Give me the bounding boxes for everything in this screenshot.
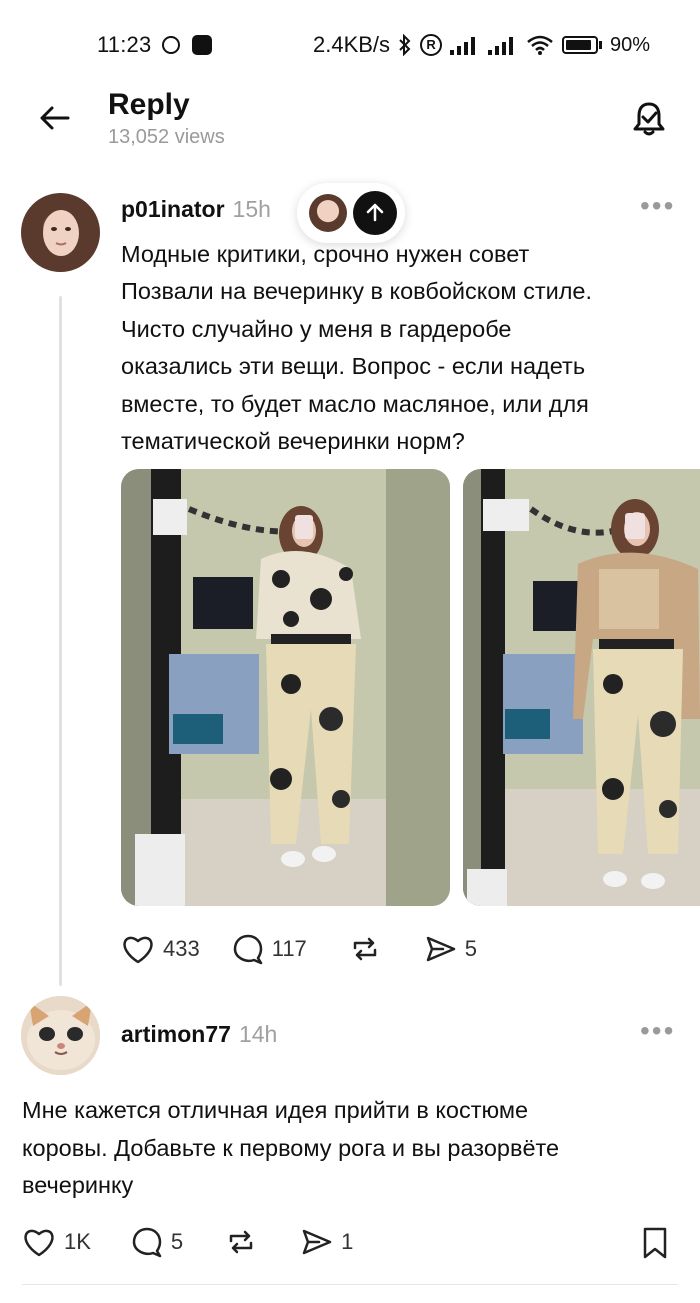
share-button[interactable]: 5 bbox=[425, 933, 477, 965]
post-photo-1[interactable] bbox=[121, 469, 450, 906]
post-line: тематической вечеринки норм? bbox=[121, 428, 465, 455]
comment-count: 117 bbox=[271, 936, 307, 961]
status-time: 11:23 bbox=[97, 32, 213, 58]
view-count: 13,052 views bbox=[108, 126, 225, 148]
post-line: Чисто случайно у меня в гардеробе bbox=[121, 315, 512, 342]
cat-avatar-icon bbox=[21, 996, 100, 1075]
reply-like-count: 1K bbox=[64, 1229, 91, 1254]
like-button[interactable]: 433 bbox=[121, 933, 200, 965]
heart-icon bbox=[24, 1229, 54, 1257]
wifi-icon bbox=[527, 35, 553, 55]
battery-level: 90% bbox=[610, 33, 651, 56]
post-photo-2[interactable] bbox=[463, 469, 700, 906]
bookmark-icon[interactable] bbox=[641, 1226, 669, 1260]
post-meta: p01inator 15h bbox=[121, 196, 271, 223]
reply-body: Мне кажется отличная идея прийти в костю… bbox=[22, 1092, 672, 1205]
scroll-top-pill[interactable] bbox=[297, 183, 405, 243]
post-body: Модные критики, срочно нужен совет Позва… bbox=[121, 236, 681, 460]
reply-more-dots-icon[interactable]: ••• bbox=[640, 1015, 675, 1047]
bluetooth-icon bbox=[399, 34, 411, 56]
status-time-text: 11:23 bbox=[97, 32, 152, 57]
share-count: 5 bbox=[464, 936, 478, 961]
arrow-up-icon bbox=[353, 191, 397, 235]
avatar[interactable] bbox=[21, 193, 100, 272]
post-time: 15h bbox=[232, 196, 271, 222]
repost-icon bbox=[229, 1230, 253, 1254]
post-username[interactable]: p01inator bbox=[121, 196, 225, 223]
comment-icon bbox=[132, 1227, 162, 1258]
page-title: Reply bbox=[108, 88, 190, 121]
pill-avatar bbox=[309, 194, 347, 232]
send-icon bbox=[426, 936, 456, 962]
reply-comment-count: 5 bbox=[170, 1229, 184, 1254]
avatar-face-icon bbox=[43, 210, 79, 256]
status-indicators: 2.4KB/s R 90% bbox=[313, 32, 650, 58]
post-line: оказались эти вещи. Вопрос - если надеть bbox=[121, 353, 586, 380]
reply-time: 14h bbox=[238, 1021, 278, 1047]
reply-avatar[interactable] bbox=[21, 996, 100, 1075]
heart-icon bbox=[123, 936, 153, 964]
reply-comment-button[interactable]: 5 bbox=[131, 1226, 183, 1258]
reply-line: вечеринку bbox=[22, 1172, 134, 1198]
reply-line: коровы. Добавьте к первому рога и вы раз… bbox=[22, 1134, 560, 1161]
app-notification-icon bbox=[192, 35, 213, 55]
signal-icon-1 bbox=[450, 37, 476, 55]
net-speed: 2.4KB/s bbox=[313, 32, 391, 57]
reply-repost-button[interactable] bbox=[225, 1226, 257, 1258]
post-line: Модные критики, срочно нужен совет bbox=[121, 241, 530, 267]
reply-like-button[interactable]: 1K bbox=[22, 1226, 91, 1258]
comment-button[interactable]: 117 bbox=[232, 933, 307, 965]
bell-check-icon[interactable] bbox=[630, 100, 668, 138]
more-dots-icon[interactable]: ••• bbox=[640, 190, 675, 222]
reply-meta: artimon77 14h bbox=[121, 1021, 277, 1048]
reply-actions: 1K 5 1 bbox=[22, 1226, 353, 1258]
battery-icon bbox=[562, 36, 603, 54]
registered-icon: R bbox=[420, 34, 443, 56]
reply-username[interactable]: artimon77 bbox=[121, 1021, 231, 1048]
divider bbox=[22, 1284, 678, 1285]
send-icon bbox=[302, 1229, 332, 1255]
post-line: Позвали на вечеринку в ковбойском стиле. bbox=[121, 278, 593, 305]
post-actions: 433 117 5 bbox=[121, 933, 477, 965]
reply-share-count: 1 bbox=[341, 1229, 354, 1254]
post-line: вместе, то будет масло масляное, или для bbox=[121, 390, 589, 417]
threads-notification-icon bbox=[161, 36, 180, 54]
reply-share-button[interactable]: 1 bbox=[301, 1226, 353, 1258]
like-count: 433 bbox=[163, 936, 200, 961]
comment-icon bbox=[233, 934, 262, 965]
back-arrow-icon[interactable] bbox=[36, 100, 72, 136]
repost-icon bbox=[353, 937, 377, 961]
thread-line bbox=[59, 296, 62, 986]
repost-button[interactable] bbox=[349, 933, 381, 965]
signal-icon-2 bbox=[488, 37, 514, 55]
reply-line: Мне кажется отличная идея прийти в костю… bbox=[22, 1097, 529, 1123]
